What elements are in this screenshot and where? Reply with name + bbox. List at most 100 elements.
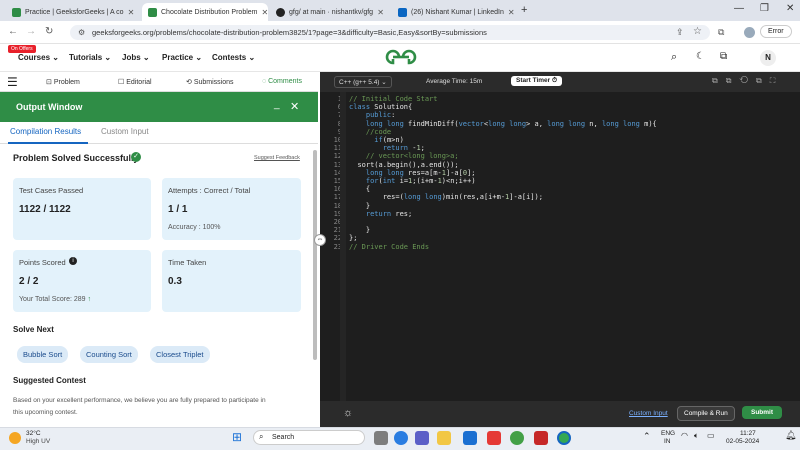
translate-icon[interactable]: ⧉ <box>720 51 727 62</box>
profile-avatar[interactable] <box>744 27 755 38</box>
code-line[interactable]: return -1; <box>349 144 425 152</box>
minimize-icon[interactable]: — <box>734 3 744 14</box>
code-line[interactable]: res=(long long)min(res,a[i+m-1]-a[i]); <box>349 193 543 201</box>
code-line[interactable]: long long res=a[m-1]-a[0]; <box>349 169 476 177</box>
tab-problem[interactable]: ⊡ Problem <box>46 78 80 86</box>
profile-error-button[interactable]: Error <box>760 25 792 38</box>
contest-text-2: this upcoming contest. <box>13 409 78 416</box>
browser-tab-chocolate[interactable]: Chocolate Distribution Problem ✕ <box>142 3 268 21</box>
code-line[interactable]: public: <box>349 111 396 119</box>
chrome-icon[interactable] <box>510 431 524 445</box>
close-output-icon[interactable]: ✕ <box>290 100 299 113</box>
code-line[interactable]: } <box>349 226 370 234</box>
taskbar-search[interactable]: Search <box>253 430 365 445</box>
total-score-text: Your Total Score: 289 <box>19 296 86 303</box>
close-icon[interactable]: ✕ <box>508 8 515 17</box>
browser-tab-linkedin[interactable]: (26) Nishant Kumar | LinkedIn ✕ <box>392 3 516 21</box>
site-info-icon[interactable]: ⚙ <box>78 28 85 37</box>
chip-bubble-sort[interactable]: Bubble Sort <box>17 346 69 363</box>
forward-icon[interactable]: → <box>26 26 36 37</box>
task-view-icon[interactable] <box>374 431 388 445</box>
search-icon[interactable]: ⌕ <box>671 51 677 64</box>
nav-courses[interactable]: Courses ⌄ <box>18 53 59 62</box>
bookmark-star-icon[interactable]: ☆ <box>693 26 702 37</box>
nav-practice[interactable]: Practice ⌄ <box>162 53 202 62</box>
close-icon[interactable]: ✕ <box>128 8 135 17</box>
compile-run-button[interactable]: Compile & Run <box>677 406 735 421</box>
code-line[interactable]: if(m>n) <box>349 136 404 144</box>
clock-time[interactable]: 11:27 <box>740 430 756 437</box>
chip-counting-sort[interactable]: Counting Sort <box>80 346 138 363</box>
minimize-output-icon[interactable]: _ <box>274 99 280 110</box>
app-icon-red[interactable] <box>487 431 501 445</box>
browser-tab-practice[interactable]: Practice | GeeksforGeeks | A co ✕ <box>6 3 138 21</box>
search-icon: ⌕ <box>259 432 264 441</box>
user-avatar[interactable]: N <box>760 50 776 66</box>
code-line[interactable]: long long findMinDiff(vector<long long> … <box>349 120 657 128</box>
menu-icon[interactable]: ☰ <box>7 75 18 89</box>
submit-button[interactable]: Submit <box>742 406 783 419</box>
code-line[interactable]: // Driver Code Ends <box>349 243 429 251</box>
code-line[interactable]: // vector<long long>a; <box>349 152 459 160</box>
code-line[interactable]: return res; <box>349 210 412 218</box>
resize-handle-icon[interactable]: ⇔ <box>314 234 326 246</box>
back-icon[interactable]: ← <box>8 26 18 37</box>
active-tab-underline <box>8 142 88 144</box>
code-line[interactable]: { <box>349 185 370 193</box>
tab-custom-input[interactable]: Custom Input <box>101 127 149 136</box>
weather-icon[interactable] <box>9 432 21 444</box>
code-line[interactable]: class Solution{ <box>349 103 412 111</box>
code-line[interactable]: // Initial Code Start <box>349 95 438 103</box>
language-select[interactable]: C++ (g++ 5.4) ⌄ <box>334 76 392 88</box>
test-cases-value: 1122 / 1122 <box>19 204 71 215</box>
gfg-logo[interactable] <box>384 49 418 67</box>
wifi-icon[interactable]: ◠ <box>681 431 688 440</box>
extensions-icon[interactable]: ⧉ <box>718 27 724 38</box>
notifications-icon[interactable]: 🔔︎ <box>785 430 796 441</box>
nav-tutorials[interactable]: Tutorials ⌄ <box>69 53 111 62</box>
close-icon[interactable]: ✕ <box>377 8 384 17</box>
battery-icon[interactable]: ▭ <box>707 431 715 440</box>
reload-icon[interactable]: ↻ <box>45 26 53 37</box>
url-bar[interactable]: geeksforgeeks.org/problems/chocolate-dis… <box>70 25 710 40</box>
language-indicator[interactable]: ENG <box>661 430 675 437</box>
edge-icon[interactable] <box>394 431 408 445</box>
tab-compilation-results[interactable]: Compilation Results <box>10 127 81 136</box>
close-icon[interactable]: ✕ <box>262 8 269 17</box>
nav-jobs[interactable]: Jobs ⌄ <box>122 53 150 62</box>
tab-submissions[interactable]: ⟲ Submissions <box>186 78 234 86</box>
browser-tab-github[interactable]: gfg/ at main · nishantkv/gfg ✕ <box>270 3 390 21</box>
test-cases-label: Test Cases Passed <box>19 186 84 195</box>
mcafee-icon[interactable] <box>534 431 548 445</box>
windows-start-icon[interactable]: ⊞ <box>232 430 242 444</box>
maximize-icon[interactable]: ❐ <box>760 3 769 14</box>
info-icon[interactable]: i <box>69 257 77 265</box>
custom-input-link[interactable]: Custom Input <box>629 410 668 417</box>
tab-editorial[interactable]: ☐ Editorial <box>118 78 152 86</box>
tab-comments[interactable]: ◌ Comments <box>262 78 302 85</box>
code-line[interactable]: for(int i=1;(i+m-1)<n;i++) <box>349 177 476 185</box>
chip-closest-triplet[interactable]: Closest Triplet <box>150 346 210 363</box>
file-explorer-icon[interactable] <box>437 431 451 445</box>
close-window-icon[interactable]: ✕ <box>786 3 794 14</box>
output-scrollbar[interactable] <box>313 150 317 360</box>
code-line[interactable]: //code <box>349 128 391 136</box>
settings-sun-icon[interactable]: ☼ <box>343 407 353 419</box>
code-editor[interactable]: 1// Initial Code Start6class Solution{7 … <box>320 92 800 401</box>
time-value: 0.3 <box>168 276 182 287</box>
code-line[interactable]: } <box>349 202 370 210</box>
chrome-active-icon[interactable] <box>557 431 571 445</box>
volume-icon[interactable]: 🔈︎ <box>694 431 699 441</box>
code-line[interactable]: }; <box>349 234 357 242</box>
share-icon[interactable]: ⇪ <box>676 27 684 38</box>
chevron-up-icon[interactable]: ⌃ <box>643 431 651 442</box>
code-line[interactable]: sort(a.begin(),a.end()); <box>349 161 458 169</box>
editor-tools-icons[interactable]: ⧉⧉⟲⧉⛶ <box>712 76 783 86</box>
store-icon[interactable] <box>463 431 477 445</box>
nav-contests[interactable]: Contests ⌄ <box>212 53 255 62</box>
new-tab-icon[interactable]: + <box>521 4 527 16</box>
suggest-feedback-link[interactable]: Suggest Feedback <box>254 155 300 161</box>
start-timer-button[interactable]: Start Timer ⏱ <box>511 76 563 86</box>
teams-icon[interactable] <box>415 431 429 445</box>
dark-mode-icon[interactable]: ☾ <box>696 51 705 62</box>
